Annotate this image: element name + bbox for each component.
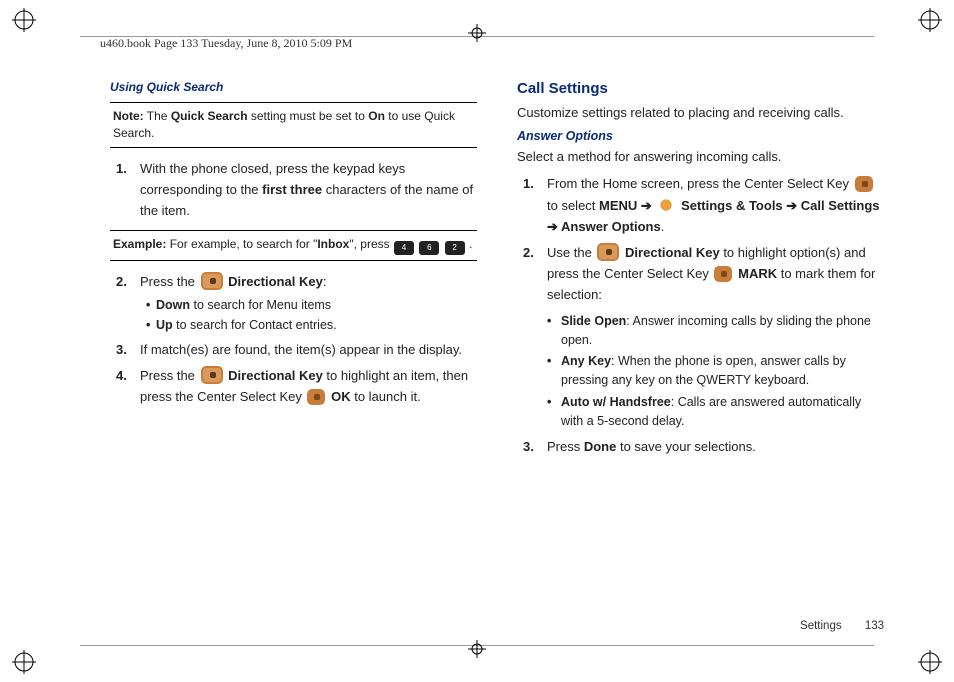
crop-mark-icon xyxy=(12,650,36,674)
note-text: Quick Search xyxy=(171,109,248,123)
step-text: If match(es) are found, the item(s) appe… xyxy=(140,342,462,357)
step-item: From the Home screen, press the Center S… xyxy=(547,173,884,237)
options-list: Slide Open: Answer incoming calls by sli… xyxy=(547,312,884,431)
note-text: On xyxy=(368,109,385,123)
note-text: setting must be set to xyxy=(248,109,369,123)
step-text: Press the xyxy=(140,274,199,289)
steps-list: With the phone closed, press the keypad … xyxy=(110,158,477,222)
example-label: Example: xyxy=(113,237,166,251)
page-header-meta: u460.book Page 133 Tuesday, June 8, 2010… xyxy=(100,36,352,51)
page-footer: Settings 133 xyxy=(800,620,884,632)
step-text: Directional Key xyxy=(625,245,720,260)
keypad-6-icon: 6 xyxy=(419,241,439,255)
note-label: Note: xyxy=(113,109,144,123)
right-column: Call Settings Customize settings related… xyxy=(517,80,884,602)
step-text: to save your selections. xyxy=(616,439,755,454)
step-text: Call Settings xyxy=(801,198,880,213)
steps-list: From the Home screen, press the Center S… xyxy=(517,173,884,458)
example-box: Example: For example, to search for "Inb… xyxy=(110,230,477,261)
step-item: With the phone closed, press the keypad … xyxy=(140,158,477,222)
example-text: Inbox xyxy=(317,237,349,251)
option-text: Any Key xyxy=(561,354,611,368)
arrow-icon: ➔ xyxy=(637,198,655,213)
footer-section: Settings xyxy=(800,620,842,632)
directional-key-icon xyxy=(201,272,223,290)
step-text: Settings & Tools xyxy=(681,198,783,213)
step-text: Answer Options xyxy=(561,219,661,234)
subsection-heading-answer-options: Answer Options xyxy=(517,129,884,143)
step-text: Press the xyxy=(140,368,199,383)
step-item: Press Done to save your selections. xyxy=(547,436,884,457)
directional-key-icon xyxy=(201,366,223,384)
step-text: : xyxy=(323,274,327,289)
step-text: Use the xyxy=(547,245,595,260)
step-text: Directional Key xyxy=(228,274,323,289)
footer-page-number: 133 xyxy=(865,620,884,632)
option-text: Auto w/ Handsfree xyxy=(561,395,671,409)
left-column: Using Quick Search Note: The Quick Searc… xyxy=(110,80,477,602)
note-box: Note: The Quick Search setting must be s… xyxy=(110,102,477,148)
arrow-icon: ➔ xyxy=(783,198,801,213)
option-item: Any Key: When the phone is open, answer … xyxy=(547,352,884,390)
step-text: MENU xyxy=(599,198,637,213)
sub-list: Down to search for Menu items Up to sear… xyxy=(140,296,477,335)
sub-text: to search for Menu items xyxy=(190,298,331,312)
example-text: ", press xyxy=(349,237,393,251)
page-body: Using Quick Search Note: The Quick Searc… xyxy=(110,80,884,602)
step-item: If match(es) are found, the item(s) appe… xyxy=(140,339,477,360)
step-text: Press xyxy=(547,439,584,454)
step-text: . xyxy=(661,219,665,234)
sub-text: to search for Contact entries. xyxy=(173,318,337,332)
option-item: Slide Open: Answer incoming calls by sli… xyxy=(547,312,884,350)
step-text: OK xyxy=(331,389,351,404)
center-select-key-icon xyxy=(714,266,732,282)
step-text: Directional Key xyxy=(228,368,323,383)
option-text: Slide Open xyxy=(561,314,626,328)
settings-gear-icon xyxy=(657,197,675,213)
section-heading-quick-search: Using Quick Search xyxy=(110,80,477,94)
steps-list: Press the Directional Key: Down to searc… xyxy=(110,271,477,408)
example-text: . xyxy=(466,237,473,251)
step-text: Done xyxy=(584,439,617,454)
step-item: Press the Directional Key to highlight a… xyxy=(140,365,477,408)
sub-item: Down to search for Menu items xyxy=(146,296,477,315)
section-heading-call-settings: Call Settings xyxy=(517,80,884,97)
step-text: to launch it. xyxy=(351,389,421,404)
registration-mark-icon xyxy=(468,24,486,42)
center-select-key-icon xyxy=(855,176,873,192)
sub-intro-text: Select a method for answering incoming c… xyxy=(517,147,884,167)
sub-text: Up xyxy=(156,318,173,332)
option-item: Auto w/ Handsfree: Calls are answered au… xyxy=(547,393,884,431)
sub-item: Up to search for Contact entries. xyxy=(146,316,477,335)
note-text: The xyxy=(144,109,171,123)
step-text: MARK xyxy=(738,266,777,281)
intro-text: Customize settings related to placing an… xyxy=(517,103,884,123)
step-text: From the Home screen, press the Center S… xyxy=(547,176,853,191)
crop-mark-icon xyxy=(918,650,942,674)
sub-text: Down xyxy=(156,298,190,312)
crop-mark-icon xyxy=(918,8,942,32)
step-item: Press the Directional Key: Down to searc… xyxy=(140,271,477,335)
center-select-key-icon xyxy=(307,389,325,405)
step-text: to select xyxy=(547,198,599,213)
registration-mark-icon xyxy=(468,640,486,658)
arrow-icon: ➔ xyxy=(547,219,561,234)
keypad-2-icon: 2 xyxy=(445,241,465,255)
directional-key-icon xyxy=(597,243,619,261)
step-text: first three xyxy=(262,182,322,197)
keypad-4-icon: 4 xyxy=(394,241,414,255)
crop-mark-icon xyxy=(12,8,36,32)
example-text: For example, to search for " xyxy=(166,237,317,251)
step-item: Use the Directional Key to highlight opt… xyxy=(547,242,884,431)
